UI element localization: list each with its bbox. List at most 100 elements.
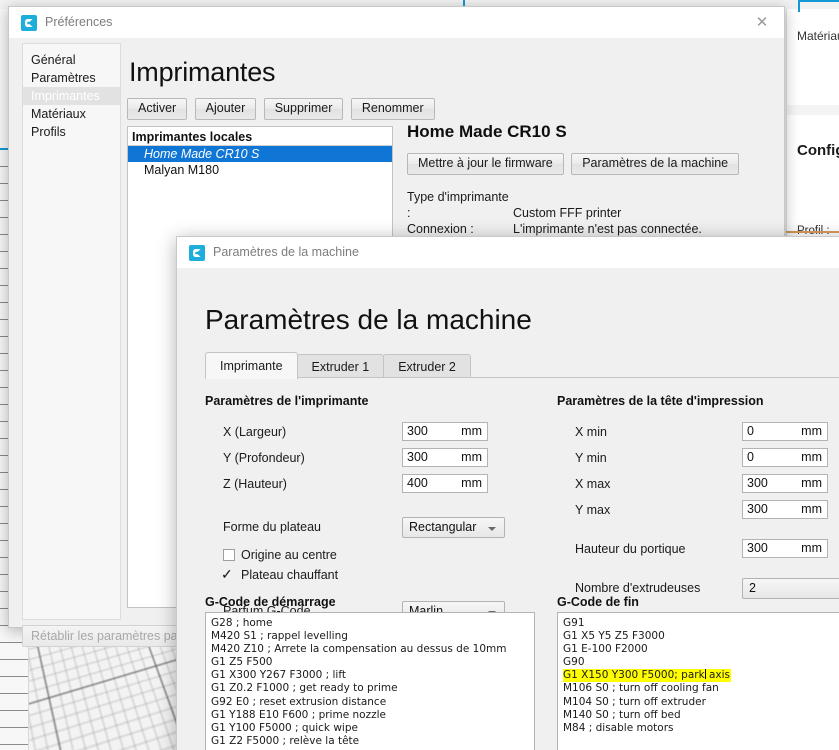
field-label: Y max: [575, 503, 611, 517]
field-z-height: Z (Hauteur) 400 mm: [205, 474, 535, 498]
delete-button[interactable]: Supprimer: [263, 98, 344, 120]
gcode-line: G90: [563, 656, 585, 669]
close-icon[interactable]: ✕: [740, 7, 784, 38]
top-bar-accent-side: [798, 0, 800, 12]
cura-logo-icon: [189, 245, 205, 261]
checkbox-label: Plateau chauffant: [241, 568, 339, 582]
tab-imprimante[interactable]: Imprimante: [205, 352, 298, 379]
x-width-input[interactable]: 300 mm: [402, 422, 488, 441]
field-unit: mm: [801, 476, 822, 490]
top-bar-accent-top: [798, 0, 839, 2]
combo-value: 2: [749, 581, 756, 595]
start-gcode-block: G-Code de démarrage G28 ; home M420 S1 ; …: [205, 595, 535, 750]
gantry-height-input[interactable]: 300 mm: [742, 539, 828, 558]
field-value: 300: [747, 476, 768, 490]
add-button[interactable]: Ajouter: [194, 98, 257, 120]
x-min-input[interactable]: 0 mm: [742, 422, 828, 441]
rename-button[interactable]: Renommer: [350, 98, 435, 120]
field-label: Z (Hauteur): [223, 477, 287, 491]
printer-detail-pane: Home Made CR10 S Mettre à jour le firmwa…: [407, 122, 778, 237]
field-unit: mm: [461, 450, 482, 464]
printhead-settings-heading: Paramètres de la tête d'impression: [557, 394, 764, 408]
y-min-input[interactable]: 0 mm: [742, 448, 828, 467]
sidebar-item-materiaux[interactable]: Matériaux: [23, 105, 120, 123]
sidebar-item-profils[interactable]: Profils: [23, 123, 120, 141]
list-item[interactable]: Malyan M180: [128, 162, 392, 178]
build-plate-shape-select[interactable]: Rectangular: [402, 517, 505, 538]
screen: Matériaux Configu Profil : Préférences ✕…: [0, 0, 839, 750]
gcode-line: G1 Y188 E10 F600 ; prime nozzle: [211, 708, 386, 721]
combo-value: Rectangular: [409, 520, 477, 534]
gcode-line: G1 Y100 F5000 ; quick wipe: [211, 721, 358, 734]
printer-toolbar: Activer Ajouter Supprimer Renommer: [127, 98, 438, 120]
end-gcode-heading: G-Code de fin: [557, 595, 639, 609]
preferences-nav-list[interactable]: Général Paramètres Imprimantes Matériaux…: [22, 43, 121, 620]
machine-settings-title-text: Paramètres de la machine: [213, 245, 359, 259]
field-unit: mm: [801, 541, 822, 555]
printer-type-value: Custom FFF printer: [513, 206, 622, 220]
machine-settings-body: Paramètres de la machine Imprimante Extru…: [177, 268, 839, 750]
field-label: X min: [575, 425, 607, 439]
sidebar-item-parametres[interactable]: Paramètres: [23, 69, 120, 87]
machine-settings-dialog[interactable]: Paramètres de la machine Paramètres de l…: [176, 236, 839, 750]
sidebar-item-general[interactable]: Général: [23, 51, 120, 69]
gcode-line: G1 Z5 F500: [211, 656, 273, 669]
page-title: Imprimantes: [129, 57, 276, 87]
start-gcode-textarea[interactable]: G28 ; home M420 S1 ; rappel levelling M420…: [205, 612, 535, 750]
selected-printer-name: Home Made CR10 S: [407, 122, 567, 141]
field-label: Y min: [575, 451, 607, 465]
field-y-max: Y max 300 mm: [557, 500, 839, 524]
machine-settings-titlebar[interactable]: Paramètres de la machine: [177, 237, 839, 269]
restore-defaults-button[interactable]: Rétablir les paramètres par: [22, 625, 202, 647]
gcode-line: M104 S0 ; turn off extruder: [563, 695, 706, 708]
printer-detail-info: Type d'imprimante : Custom FFF printer Co…: [407, 189, 778, 237]
z-height-input[interactable]: 400 mm: [402, 474, 488, 493]
sidebar-item-imprimantes[interactable]: Imprimantes: [23, 87, 120, 105]
y-depth-input[interactable]: 300 mm: [402, 448, 488, 467]
preferences-titlebar[interactable]: Préférences ✕: [9, 7, 784, 39]
gcode-line: G1 Z0.2 F1000 ; get ready to prime: [211, 682, 398, 695]
end-gcode-textarea[interactable]: G91 G1 X5 Y5 Z5 F3000 G1 E-100 F2000 G90 G1 …: [557, 612, 839, 750]
field-build-plate-shape: Forme du plateau Rectangular: [205, 517, 535, 541]
connection-label: Connexion :: [407, 222, 474, 236]
field-value: 400: [407, 476, 428, 490]
field-label: Hauteur du portique: [575, 542, 686, 556]
field-label: Forme du plateau: [223, 520, 321, 534]
list-item[interactable]: Home Made CR10 S: [128, 146, 392, 162]
machine-settings-heading: Paramètres de la machine: [205, 304, 532, 335]
gcode-line: G1 X150 Y300 F5000; park axis: [563, 669, 839, 683]
chevron-down-icon: [488, 527, 496, 531]
field-value: 300: [747, 502, 768, 516]
field-value: 300: [407, 450, 428, 464]
field-unit: mm: [801, 424, 822, 438]
checkbox-label: Origine au centre: [241, 548, 337, 562]
printhead-settings-column: Paramètres de la tête d'impression X min…: [557, 394, 839, 604]
gcode-line: G92 E0 ; reset extrusion distance: [211, 695, 387, 708]
checkbox-heated-bed[interactable]: ✓ Plateau chauffant: [205, 566, 535, 587]
checkbox-box[interactable]: [223, 549, 235, 561]
y-max-input[interactable]: 300 mm: [742, 500, 828, 519]
tab-panel-imprimante: Paramètres de l'imprimante X (Largeur) 3…: [205, 377, 839, 750]
connection-value: L'imprimante n'est pas connectée.: [513, 222, 702, 236]
printer-type-label: Type d'imprimante :: [407, 190, 509, 220]
side-panel-accent-rule: [786, 231, 839, 233]
x-max-input[interactable]: 300 mm: [742, 474, 828, 493]
field-x-width: X (Largeur) 300 mm: [205, 422, 535, 446]
machine-settings-tabs: Imprimante Extruder 1 Extruder 2: [205, 352, 471, 380]
field-x-max: X max 300 mm: [557, 474, 839, 498]
gcode-line: M140 S0 ; turn off bed: [563, 708, 681, 721]
field-label: Nombre d'extrudeuses: [575, 581, 701, 595]
machine-settings-button[interactable]: Paramètres de la machine: [571, 153, 740, 175]
activate-button[interactable]: Activer: [127, 98, 188, 120]
field-label: X max: [575, 477, 611, 491]
printer-settings-column: Paramètres de l'imprimante X (Largeur) 3…: [205, 394, 535, 627]
update-firmware-button[interactable]: Mettre à jour le firmware: [407, 153, 564, 175]
side-panel-divider: [787, 105, 839, 115]
text-caret: [704, 669, 706, 680]
printer-list-header: Imprimantes locales: [128, 127, 392, 146]
gcode-line: G28 ; home: [211, 617, 273, 629]
gcode-line: G1 X300 Y267 F3000 ; lift: [211, 669, 346, 682]
gcode-line: G1 Z2 F5000 ; relève la tête: [211, 734, 360, 747]
field-value: 300: [747, 541, 768, 555]
checkbox-origin-at-center[interactable]: Origine au centre: [205, 547, 535, 567]
